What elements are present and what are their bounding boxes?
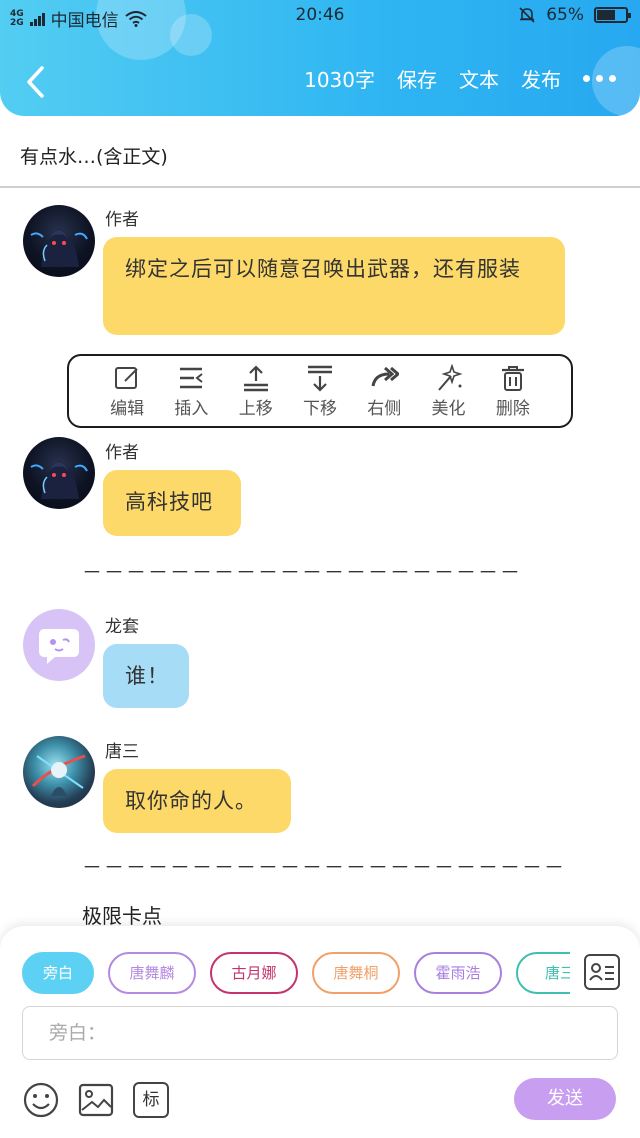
character-chip[interactable]: 唐三: [516, 952, 570, 994]
right-side-label: 右侧: [367, 398, 402, 419]
chat-bubble-avatar-icon: [39, 629, 79, 664]
battery-icon: [594, 7, 631, 23]
edit-label: 编辑: [110, 398, 145, 419]
app-header: 4G 2G 中国电信 20:46 65% 1030字 保存 文本 发布: [0, 0, 640, 116]
scene-divider: －－－－－－－－－－－－－－－－－－－－－－: [82, 855, 566, 879]
character-chips: 旁白 唐舞麟 古月娜 唐舞桐 霍雨浩 唐三: [22, 952, 570, 996]
move-down-icon: [307, 365, 332, 392]
avatar-image: [30, 229, 88, 267]
save-button[interactable]: 保存: [397, 64, 437, 93]
status-bar: 4G 2G 中国电信 20:46 65%: [0, 0, 640, 32]
publish-button[interactable]: 发布: [521, 64, 561, 93]
character-chip[interactable]: 唐舞桐: [312, 952, 400, 994]
sender-name: 龙套: [105, 617, 139, 637]
sparkle-icon: [437, 363, 463, 391]
mark-button[interactable]: 标: [133, 1082, 169, 1118]
contacts-icon[interactable]: [584, 954, 620, 990]
word-count: 1030字: [304, 68, 375, 92]
story-title: 有点水…(含正文): [20, 146, 168, 168]
mute-bell-icon: [519, 7, 535, 23]
nav-bar: 1030字 保存 文本 发布: [0, 56, 640, 106]
avatar-image: [30, 461, 88, 499]
text-button[interactable]: 文本: [459, 64, 499, 93]
edit-icon: [115, 366, 138, 389]
insert-label: 插入: [174, 398, 209, 419]
message-bubble[interactable]: 高科技吧: [103, 470, 241, 536]
sender-name: 唐三: [105, 742, 139, 762]
message-bubble[interactable]: 取你命的人。: [103, 769, 291, 833]
message-bubble[interactable]: 绑定之后可以随意召唤出武器，还有服装: [103, 237, 565, 335]
move-down-button[interactable]: 下移: [292, 364, 348, 419]
move-up-icon: [243, 364, 268, 391]
message-action-toolbar: 编辑 插入 上移 下移 右侧 美化 删除: [67, 354, 573, 428]
emoji-icon[interactable]: [23, 1082, 59, 1118]
compose-panel: 旁白 唐舞麟 古月娜 唐舞桐 霍雨浩 唐三 旁白： 标 发送: [0, 926, 640, 1138]
redo-icon: [371, 366, 400, 386]
image-icon[interactable]: [78, 1082, 114, 1118]
delete-button[interactable]: 删除: [485, 364, 541, 419]
delete-label: 删除: [495, 398, 530, 419]
avatar-image: [31, 754, 86, 796]
avatar[interactable]: [23, 609, 95, 681]
edit-button[interactable]: 编辑: [99, 364, 155, 419]
avatar[interactable]: [23, 205, 95, 277]
more-icon[interactable]: [583, 75, 616, 82]
character-chip[interactable]: 古月娜: [210, 952, 298, 994]
back-arrow-icon[interactable]: [22, 64, 50, 100]
avatar[interactable]: [23, 437, 95, 509]
avatar[interactable]: [23, 736, 95, 808]
insert-icon: [180, 367, 204, 388]
character-chip-narrator[interactable]: 旁白: [22, 952, 94, 994]
character-chip[interactable]: 霍雨浩: [414, 952, 502, 994]
move-up-label: 上移: [238, 398, 273, 419]
beautify-label: 美化: [431, 398, 466, 419]
trash-icon: [501, 365, 524, 391]
insert-button[interactable]: 插入: [163, 364, 219, 419]
sender-name: 作者: [105, 443, 139, 463]
message-input[interactable]: 旁白：: [22, 1006, 618, 1060]
sender-name: 作者: [105, 210, 139, 230]
section-title: 极限卡点: [82, 904, 162, 928]
battery-percent: 65%: [546, 5, 584, 25]
message-bubble[interactable]: 谁！: [103, 644, 189, 708]
right-side-button[interactable]: 右侧: [356, 364, 412, 419]
scene-divider: －－－－－－－－－－－－－－－－－－－－: [82, 560, 522, 584]
story-title-row[interactable]: 有点水…(含正文): [0, 124, 640, 188]
send-button[interactable]: 发送: [514, 1078, 616, 1120]
move-up-button[interactable]: 上移: [228, 364, 284, 419]
mark-label: 标: [142, 1090, 160, 1110]
character-chip[interactable]: 唐舞麟: [108, 952, 196, 994]
move-down-label: 下移: [302, 398, 337, 419]
beautify-button[interactable]: 美化: [421, 363, 477, 419]
